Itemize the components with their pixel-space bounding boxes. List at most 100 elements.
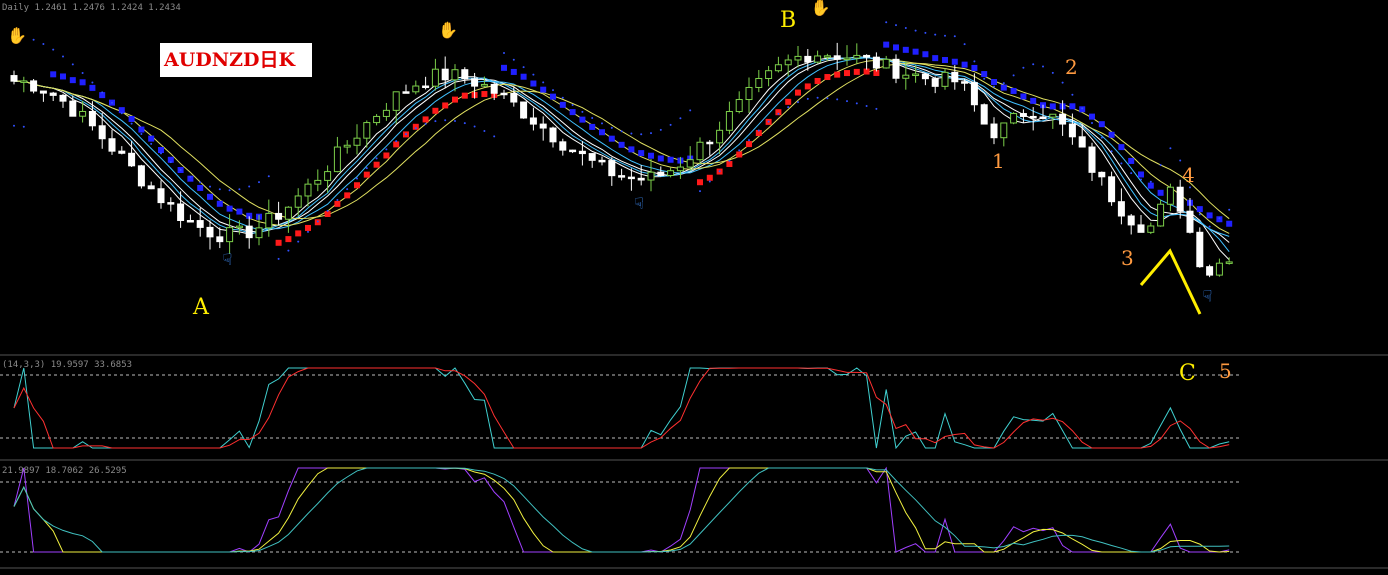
sar-dot [120,112,123,115]
uptrend-mark [324,210,331,217]
sar-dot [934,33,937,36]
sar-dot [130,122,133,125]
sar-dot [1051,71,1054,74]
sar-dot [914,29,917,32]
uptrend-mark [814,77,821,84]
candle [1215,262,1223,276]
candle [265,212,273,229]
downtrend-mark [79,79,86,86]
downtrend-mark [981,71,988,78]
sar-dot [571,104,574,107]
candle [1108,176,1116,203]
downtrend-mark [1196,206,1203,213]
candle [39,90,47,94]
sar-dot [777,112,780,115]
uptrend-mark [442,102,449,109]
sar-dot [150,142,153,145]
candle [431,68,439,87]
sar-dot [424,122,427,125]
downtrend-mark [158,146,164,153]
candle [177,203,185,221]
sar-dot [1100,136,1103,139]
sar-dot [542,81,545,84]
sar-dot [365,167,368,170]
candle [255,227,263,239]
sar-dot [846,100,848,103]
fractal-glyph: ☟ [223,250,233,269]
fractal-glyph: ☟ [1203,286,1213,305]
candle [588,153,596,161]
sar-dot [718,170,721,173]
uptrend-mark [844,70,850,77]
candle [598,159,606,163]
candle [765,70,773,79]
uptrend-mark [393,141,400,148]
candle [324,171,332,181]
stochastic-panel [13,367,1230,450]
sar-dot [993,85,995,88]
uptrend-mark [295,230,302,237]
candle [902,74,910,79]
candle [843,57,851,61]
downtrend-mark [638,150,645,157]
uptrend-mark [824,74,831,81]
downtrend-mark [589,123,596,130]
candle [980,104,988,125]
candle [1059,113,1067,125]
sar-dot [179,168,182,171]
oscillator-panel [13,466,1230,553]
candle [872,56,880,69]
candle [1157,203,1165,227]
wave-label-2: 2 [1065,55,1078,79]
candles [10,42,1233,278]
sar-dot [62,55,64,58]
sar-dot [1218,217,1221,220]
sar-dot [228,189,231,192]
candle [1137,224,1145,233]
downtrend-mark [510,68,517,75]
fractal-down-hand-icon: ☟ [1203,286,1213,305]
candle [520,101,528,119]
candle [549,127,557,143]
sar-dot [708,180,711,183]
fractal-down-hand-icon: ☟ [223,250,233,269]
candle [373,115,381,124]
candle [412,85,420,93]
chart-canvas[interactable]: ✋ ☟ ✋ ☟ ✋ ☟ Daily 1.2461 1.2476 1.2424 1.2434… [0,0,1388,575]
sar-dot [258,181,260,184]
downtrend-mark [893,44,899,51]
sar-dot [904,27,907,30]
sar-dot [395,140,398,143]
sar-dot [1198,213,1201,216]
sar-dot [552,89,554,92]
sar-dot [385,148,388,151]
sar-dot [1022,66,1025,69]
uptrend-mark [452,96,458,103]
candle [441,68,449,81]
oscillator-line [13,367,1230,450]
candle [333,146,341,173]
sar-dot [434,120,437,123]
sar-dot [160,152,162,155]
downtrend-mark [1226,220,1233,227]
downtrend-mark [540,86,547,93]
downtrend-mark [599,129,605,136]
sar-dot [944,34,946,37]
downtrend-mark [69,77,76,84]
oscillator-line [13,467,1230,553]
sar-dot [101,91,104,94]
candle [618,175,626,178]
candle [1088,146,1096,173]
candle [128,152,136,167]
fractal-glyph: ✋ [811,0,831,17]
uptrend-mark [804,83,811,90]
sar-dot [52,48,55,51]
sar-dot [140,132,143,135]
downtrend-mark [1089,113,1095,120]
uptrend-mark [697,179,703,186]
sar-dot [1208,225,1211,228]
downtrend-mark [951,58,958,65]
sar-dot [983,77,986,80]
sar-dot [953,35,956,38]
ma-line [13,62,1230,220]
